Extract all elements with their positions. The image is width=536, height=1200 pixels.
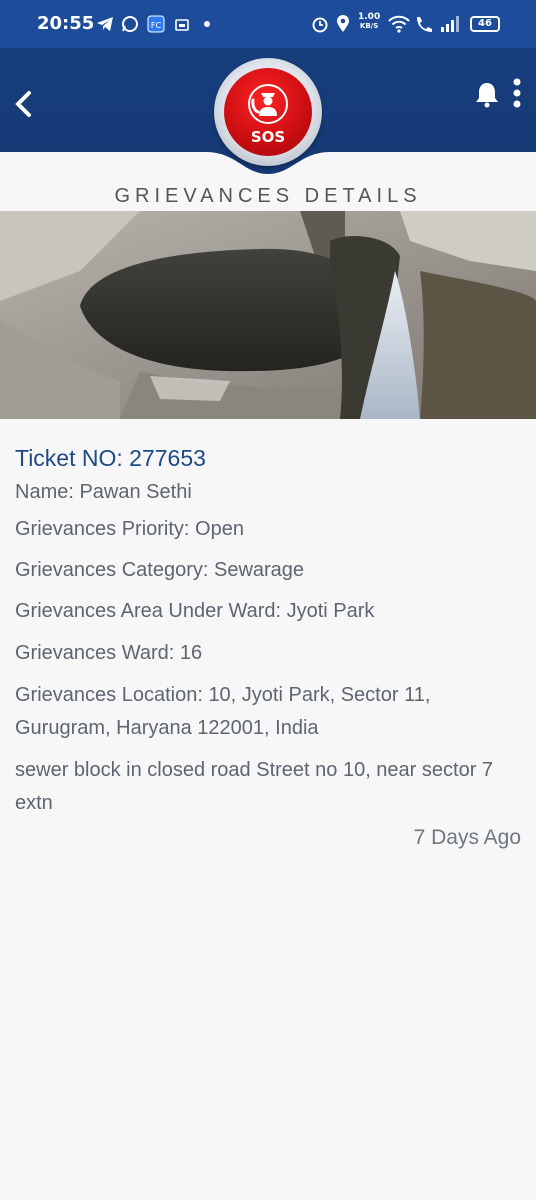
network-speed-value: 1.00 [358, 12, 381, 22]
svg-text:FC: FC [151, 21, 162, 30]
telegram-icon [96, 14, 114, 34]
grievance-name: Name: Pawan Sethi [15, 481, 192, 503]
grievance-category: Grievances Category: Sewarage [15, 559, 305, 581]
alarm-icon [311, 14, 329, 34]
grievance-priority: Grievances Priority: Open [15, 518, 244, 540]
grievance-description: sewer block in closed road Street no 10,… [15, 759, 494, 814]
wifi-icon [388, 14, 410, 34]
bell-icon [476, 83, 498, 108]
status-bar: 20:55 FC 1.00 KB/S 46 [0, 0, 536, 48]
sos-badge: SOS [224, 68, 312, 156]
back-arrow-icon [15, 91, 31, 117]
network-speed-unit: KB/S [359, 22, 379, 30]
grievance-photo[interactable] [0, 211, 536, 419]
ticket-number: Ticket NO: 277653 [15, 445, 206, 471]
time-ago: 7 Days Ago [413, 826, 521, 849]
back-button[interactable] [10, 86, 38, 122]
grievance-location: Grievances Location: 10, Jyoti Park, Sec… [15, 684, 431, 739]
battery-indicator: 46 [470, 16, 500, 32]
grievance-area: Grievances Area Under Ward: Jyoti Park [15, 600, 375, 622]
location-icon [336, 14, 350, 34]
overflow-menu-button[interactable] [510, 78, 524, 110]
calendar-icon [175, 14, 189, 34]
grievance-details: Ticket NO: 277653 Name: Pawan Sethi Grie… [15, 440, 525, 820]
dot-indicator-icon [204, 14, 210, 34]
more-vert-icon [513, 78, 521, 108]
grievance-ward: Grievances Ward: 16 [15, 642, 203, 664]
police-officer-icon [248, 84, 288, 124]
wifi-call-icon [414, 14, 434, 34]
sos-label: SOS [250, 128, 286, 146]
whatsapp-icon [121, 14, 139, 34]
network-speed: 1.00 KB/S [358, 13, 380, 31]
waterlogged-road-image [0, 211, 536, 419]
app-notification-icon: FC [147, 14, 165, 34]
page-title: GRIEVANCES DETAILS [114, 185, 422, 207]
sos-button[interactable]: SOS [214, 58, 322, 166]
notifications-button[interactable] [474, 80, 500, 108]
status-time: 20:55 [37, 13, 95, 34]
signal-icon [440, 14, 460, 34]
